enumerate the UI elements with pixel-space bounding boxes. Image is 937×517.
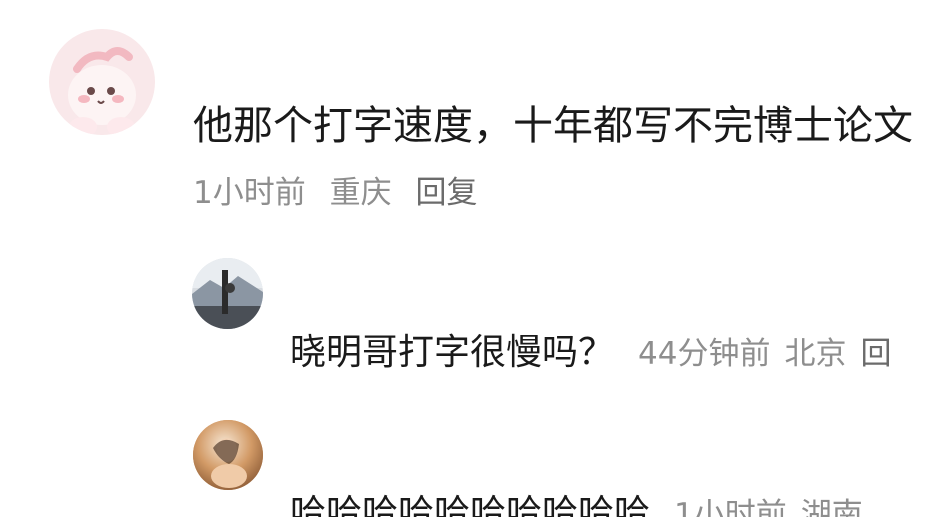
photo-avatar-icon — [192, 258, 263, 329]
reply-item: 晓明哥打字很慢吗？ 44分钟前 北京回 — [290, 329, 891, 378]
comment-meta: 1小时前 重庆 回复 — [193, 172, 477, 214]
reply-avatar-icon[interactable] — [193, 420, 263, 490]
reply-location: 湖南 — [800, 497, 863, 517]
reply-time: 44分钟前 — [638, 336, 771, 372]
reply-avatar-icon[interactable] — [192, 258, 263, 329]
comment-text: 他那个打字速度，十年都写不完博士论文 — [193, 103, 913, 149]
reply-time: 1小时前 — [674, 497, 787, 517]
photo-avatar-icon — [193, 420, 263, 490]
reply-item: 哈哈哈哈哈哈哈哈哈哈 1小时前 湖南 — [290, 490, 863, 517]
reply-button[interactable]: 回 — [860, 336, 891, 372]
comment-thread: 他那个打字速度，十年都写不完博士论文 1小时前 重庆 回复 晓明哥打字很慢吗？ 4… — [0, 0, 937, 517]
reply-location: 北京 — [784, 336, 847, 372]
pink-cartoon-avatar-icon — [49, 29, 155, 135]
reply-text: 哈哈哈哈哈哈哈哈哈哈 — [290, 493, 651, 517]
commenter-avatar-icon[interactable] — [49, 29, 155, 135]
reply-button[interactable]: 回复 — [415, 175, 477, 211]
comment-time: 1小时前 — [193, 175, 306, 211]
comment-location: 重庆 — [329, 175, 392, 211]
reply-text: 晓明哥打字很慢吗？ — [290, 332, 615, 373]
